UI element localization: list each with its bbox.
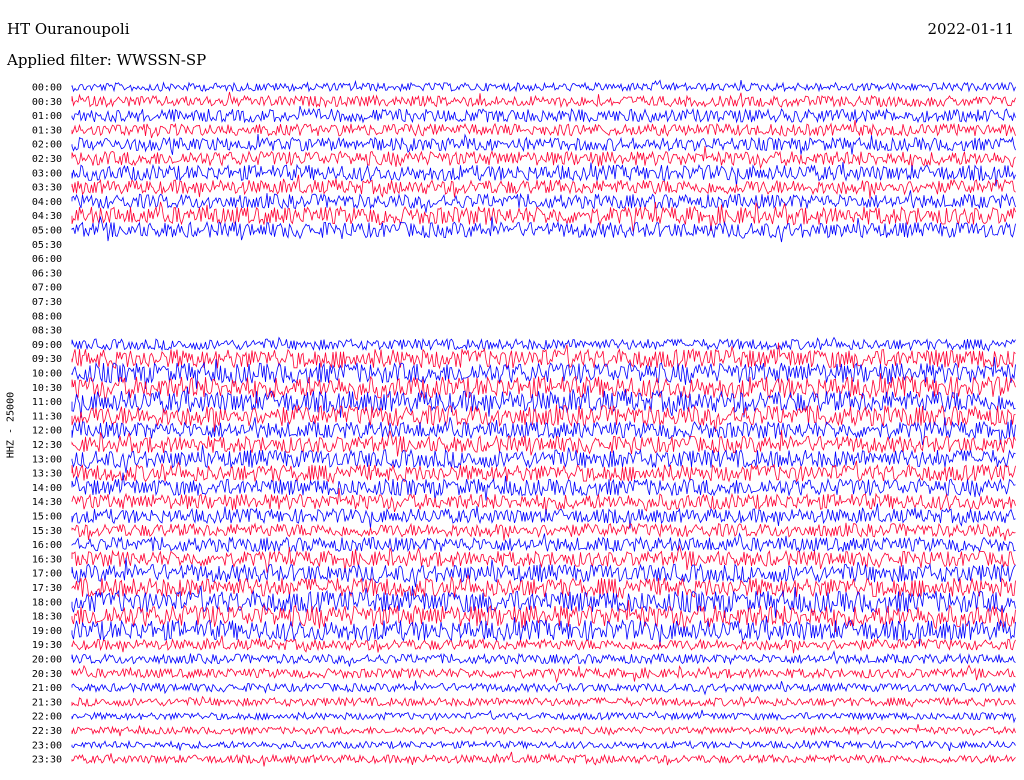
seismic-trace: [71, 680, 1016, 696]
time-tick-label: 05:30: [32, 240, 62, 251]
time-tick-label: 13:00: [32, 454, 62, 465]
time-tick-label: 22:30: [32, 726, 62, 737]
time-tick-label: 05:00: [32, 226, 62, 237]
seismic-trace: [71, 145, 1016, 170]
time-tick-label: 11:00: [32, 397, 62, 408]
time-tick-label: 03:00: [32, 168, 62, 179]
time-tick-label: 22:00: [32, 712, 62, 723]
time-labels: 00:00 00:30 01:00 01:30 02:00 02:30 03:00 03:30…: [32, 83, 62, 766]
seismic-trace: [71, 724, 1016, 737]
time-tick-label: 21:00: [32, 683, 62, 694]
time-tick-label: 15:30: [32, 526, 62, 537]
time-tick-label: 10:00: [32, 369, 62, 380]
seismic-trace: [71, 600, 1016, 633]
time-tick-label: 18:30: [32, 612, 62, 623]
seismic-trace: [71, 430, 1016, 457]
seismic-trace: [71, 105, 1016, 124]
seismic-trace: [71, 460, 1016, 485]
seismic-trace: [71, 174, 1016, 199]
seismic-trace: [71, 522, 1016, 541]
time-tick-label: 00:30: [32, 97, 62, 108]
seismic-trace: [71, 557, 1016, 588]
time-tick-label: 14:30: [32, 497, 62, 508]
time-tick-label: 20:30: [32, 669, 62, 680]
seismic-trace: [71, 739, 1016, 752]
time-tick-label: 17:00: [32, 569, 62, 580]
seismic-trace: [71, 709, 1016, 724]
time-tick-label: 23:00: [32, 740, 62, 751]
time-tick-label: 20:00: [32, 655, 62, 666]
time-tick-label: 17:30: [32, 583, 62, 594]
seismic-trace: [71, 650, 1016, 667]
seismic-trace: [71, 91, 1016, 109]
time-tick-label: 15:00: [32, 512, 62, 523]
time-tick-label: 01:00: [32, 111, 62, 122]
time-tick-label: 00:00: [32, 83, 62, 94]
time-tick-label: 12:30: [32, 440, 62, 451]
time-tick-label: 08:00: [32, 311, 62, 322]
helicorder-plot: 00:00 00:30 01:00 01:30 02:00 02:30 03:00 03:30…: [32, 79, 1016, 767]
time-tick-label: 10:30: [32, 383, 62, 394]
time-tick-label: 16:00: [32, 540, 62, 551]
time-tick-label: 11:30: [32, 411, 62, 422]
time-tick-label: 21:30: [32, 697, 62, 708]
seismic-trace: [71, 488, 1016, 514]
time-tick-label: 06:30: [32, 268, 62, 279]
seismic-trace: [71, 664, 1016, 684]
traces: [71, 79, 1016, 767]
time-tick-label: 03:30: [32, 183, 62, 194]
seismic-trace: [71, 695, 1016, 708]
time-tick-label: 02:30: [32, 154, 62, 165]
time-tick-label: 09:00: [32, 340, 62, 351]
seismic-trace: [71, 751, 1016, 767]
seismic-trace: [71, 404, 1016, 432]
time-tick-label: 07:00: [32, 283, 62, 294]
time-tick-label: 23:30: [32, 755, 62, 766]
time-tick-label: 02:00: [32, 140, 62, 151]
time-tick-label: 07:30: [32, 297, 62, 308]
seismic-trace: [71, 133, 1016, 155]
time-tick-label: 06:00: [32, 254, 62, 265]
time-tick-label: 19:00: [32, 626, 62, 637]
time-tick-label: 14:00: [32, 483, 62, 494]
seismic-trace: [71, 336, 1016, 352]
time-tick-label: 04:00: [32, 197, 62, 208]
time-tick-label: 12:00: [32, 426, 62, 437]
seismic-trace: [71, 119, 1016, 139]
time-tick-label: 18:00: [32, 597, 62, 608]
time-tick-label: 13:30: [32, 469, 62, 480]
seismic-trace: [71, 503, 1016, 529]
time-tick-label: 08:30: [32, 326, 62, 337]
seismic-trace: [71, 635, 1016, 654]
time-tick-label: 19:30: [32, 640, 62, 651]
time-tick-label: 04:30: [32, 211, 62, 222]
time-tick-label: 09:30: [32, 354, 62, 365]
time-tick-label: 16:30: [32, 554, 62, 565]
seismic-trace: [71, 79, 1016, 93]
time-tick-label: 01:30: [32, 125, 62, 136]
